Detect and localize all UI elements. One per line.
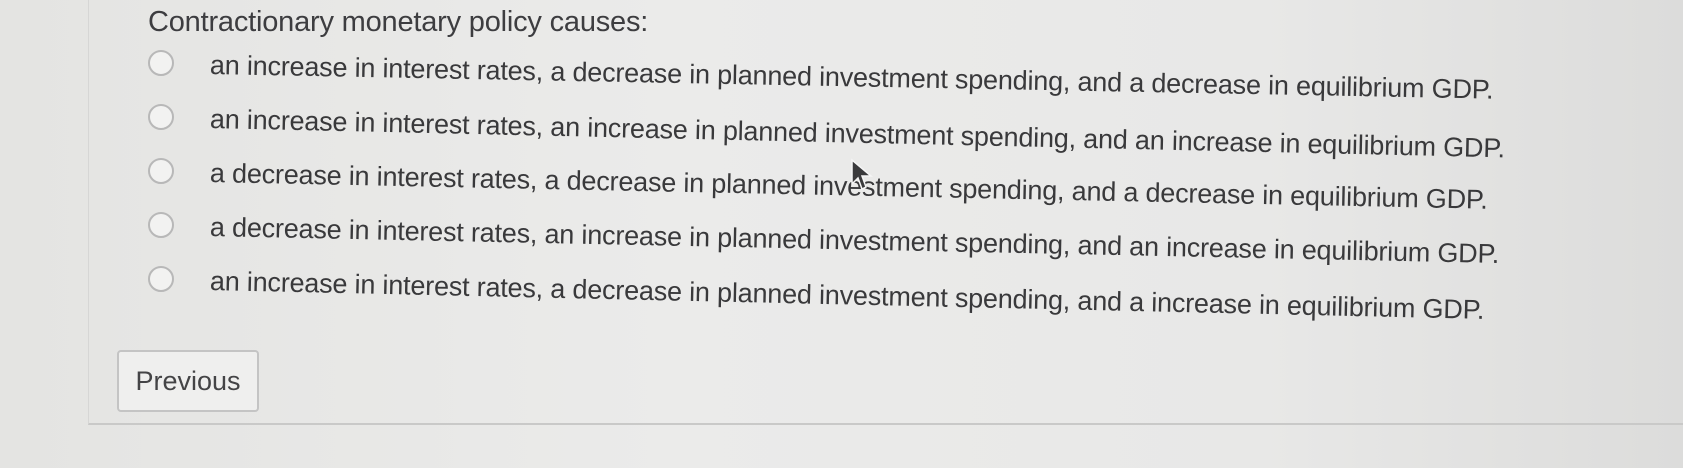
radio-unchecked-icon[interactable] — [148, 266, 174, 292]
answer-option[interactable]: a decrease in interest rates, an increas… — [148, 206, 1505, 269]
question-text: Contractionary monetary policy causes: — [148, 6, 649, 38]
radio-unchecked-icon[interactable] — [148, 104, 174, 130]
answer-option[interactable]: an increase in interest rates, an increa… — [148, 98, 1505, 163]
answer-option[interactable]: an increase in interest rates, a decreas… — [148, 44, 1505, 105]
answer-options: an increase in interest rates, a decreas… — [148, 44, 1505, 325]
previous-button[interactable]: Previous — [117, 350, 259, 412]
radio-unchecked-icon[interactable] — [148, 212, 174, 238]
radio-unchecked-icon[interactable] — [148, 158, 174, 184]
radio-unchecked-icon[interactable] — [148, 50, 174, 76]
mouse-pointer-icon — [851, 158, 874, 191]
answer-option[interactable]: a decrease in interest rates, a decrease… — [148, 152, 1505, 215]
answer-option[interactable]: an increase in interest rates, a decreas… — [148, 260, 1505, 325]
